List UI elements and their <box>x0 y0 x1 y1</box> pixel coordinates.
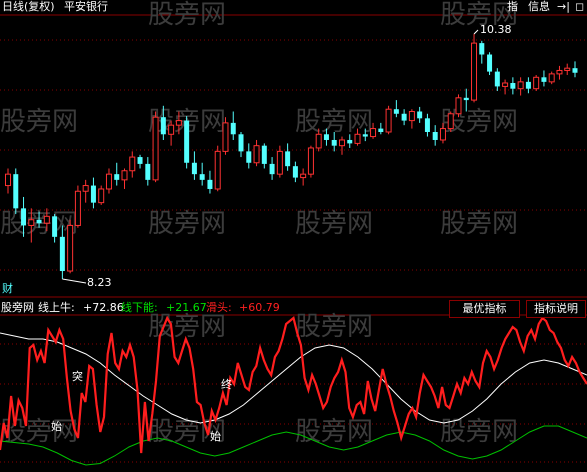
watermark-text-7: 股旁网 <box>148 209 226 239</box>
marker-shi-1: 始 <box>51 420 62 433</box>
indicator-label-2: 线下能: <box>121 301 158 314</box>
candle[interactable] <box>300 168 307 186</box>
candle[interactable] <box>292 161 298 183</box>
window-icon[interactable]: ◻ <box>575 0 584 14</box>
tab-info[interactable]: 信息 <box>528 0 550 14</box>
watermark-text-14: 股旁网 <box>295 417 373 447</box>
candle[interactable] <box>137 154 143 169</box>
candle[interactable] <box>408 109 415 129</box>
indicator-name: 线上牛: <box>38 301 75 314</box>
candle[interactable] <box>455 94 462 118</box>
candle[interactable] <box>556 65 563 80</box>
high-pointer <box>473 29 479 35</box>
candle[interactable] <box>338 136 345 155</box>
candle[interactable] <box>510 77 516 95</box>
candle[interactable] <box>307 145 314 178</box>
candle[interactable] <box>230 111 236 140</box>
indicator-site: 股旁网 <box>1 301 34 314</box>
marker-tu: 突 <box>72 370 83 383</box>
candle[interactable] <box>98 185 105 205</box>
indicator-label-3: 滑头: <box>206 301 232 314</box>
candle[interactable] <box>222 117 229 155</box>
candle[interactable] <box>502 79 509 95</box>
candle[interactable] <box>67 219 74 274</box>
stock-chart-canvas: 股旁网 股旁网股旁网 股旁网 股旁网股旁网 股旁网 股旁网 股旁网股旁网 股旁网股旁网 股旁网股… <box>0 0 587 466</box>
candle[interactable] <box>494 68 500 91</box>
candle[interactable] <box>533 75 540 91</box>
best-indicator-button[interactable]: 最优指标 <box>449 300 520 318</box>
nav-arrow-icon[interactable]: →| <box>557 0 570 14</box>
candle[interactable] <box>393 100 399 118</box>
candle[interactable] <box>74 185 81 228</box>
candle[interactable] <box>129 151 136 178</box>
candle[interactable] <box>253 139 260 167</box>
marker-shi-2: 始 <box>210 430 221 443</box>
candle[interactable] <box>184 116 190 169</box>
watermark-text-9: 股旁网 <box>440 209 518 239</box>
stock-name: 平安银行 <box>64 0 108 13</box>
indicator-value-1: +72.86 <box>83 301 124 314</box>
candle[interactable] <box>214 145 221 192</box>
candle[interactable] <box>269 157 275 180</box>
candle[interactable] <box>276 145 283 178</box>
candle[interactable] <box>525 77 531 94</box>
candle[interactable] <box>191 151 197 180</box>
candle[interactable] <box>487 52 493 76</box>
cai-marker: 财 <box>2 282 13 295</box>
candle[interactable] <box>517 77 524 96</box>
candle[interactable] <box>385 105 392 135</box>
candle[interactable] <box>548 71 555 85</box>
candle[interactable] <box>207 170 213 194</box>
candle[interactable] <box>114 162 120 186</box>
high-price-label: 10.38 <box>480 23 512 36</box>
candle[interactable] <box>5 168 11 194</box>
candle[interactable] <box>90 177 96 209</box>
candle[interactable] <box>471 34 478 103</box>
candle[interactable] <box>572 61 578 78</box>
low-pointer <box>62 278 87 284</box>
indicator-value-3: +60.79 <box>239 301 280 314</box>
candlestick-series[interactable] <box>5 29 578 284</box>
candle[interactable] <box>121 168 128 189</box>
candle[interactable] <box>152 111 159 183</box>
candle[interactable] <box>238 132 244 158</box>
candle[interactable] <box>417 106 423 123</box>
candle[interactable] <box>246 143 252 169</box>
marker-zhong: 终 <box>221 378 232 391</box>
tab-index[interactable]: 指 <box>507 0 518 14</box>
candle[interactable] <box>564 63 571 76</box>
watermark-text-2: 股旁网 <box>0 107 78 137</box>
watermark-text-11: 股旁网 <box>295 312 373 342</box>
watermark-text-0: 股旁网 <box>148 0 226 30</box>
low-price-label: 8.23 <box>87 276 112 289</box>
candle[interactable] <box>145 157 151 186</box>
indicator-value-2: +21.67 <box>166 301 207 314</box>
watermark-text-8: 股旁网 <box>295 209 373 239</box>
candle[interactable] <box>401 109 407 126</box>
candle[interactable] <box>285 143 291 171</box>
candle[interactable] <box>541 70 547 87</box>
candle[interactable] <box>199 162 205 186</box>
chart-title: 日线(复权) <box>2 0 55 13</box>
candle[interactable] <box>479 40 485 64</box>
candle[interactable] <box>13 168 19 215</box>
candle[interactable] <box>378 122 384 135</box>
candle[interactable] <box>261 143 267 169</box>
candle[interactable] <box>105 168 112 194</box>
candle[interactable] <box>424 113 430 137</box>
candle[interactable] <box>82 179 89 203</box>
candle[interactable] <box>447 111 454 132</box>
indicator-help-button[interactable]: 指标说明 <box>526 300 586 318</box>
candle[interactable] <box>432 125 438 146</box>
